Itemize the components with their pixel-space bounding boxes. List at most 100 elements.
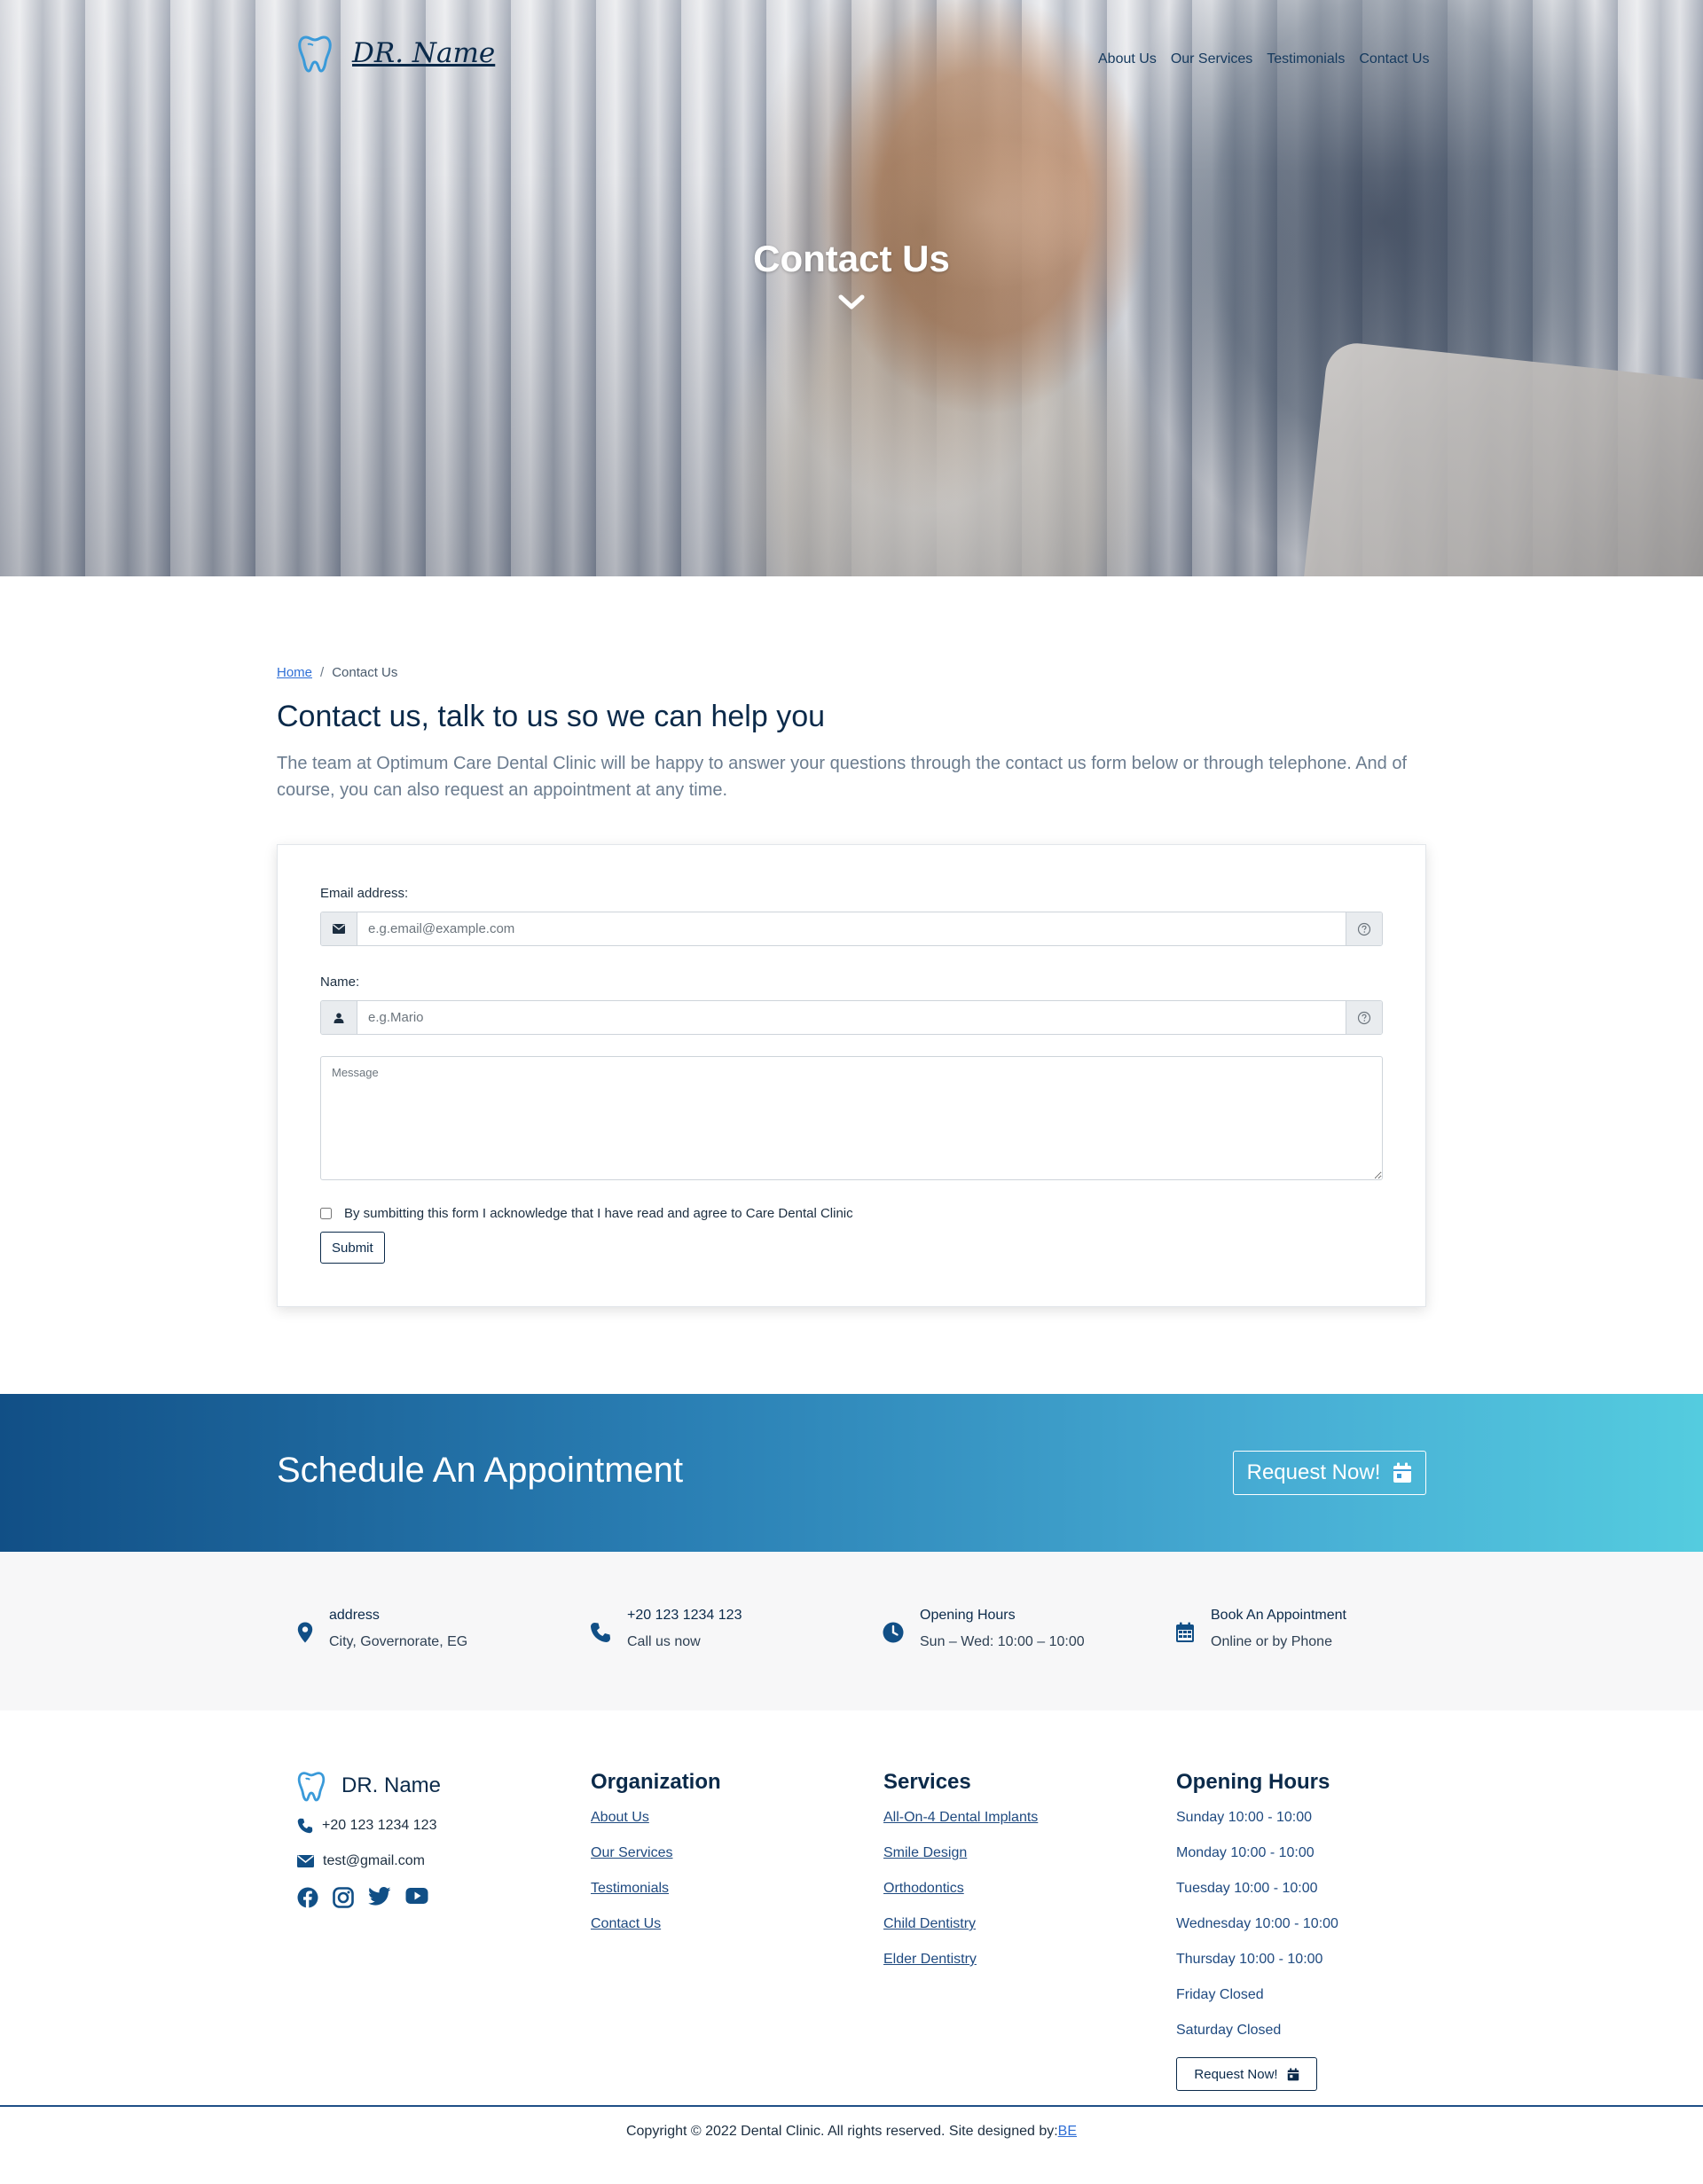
email-input[interactable] [357, 912, 1346, 945]
main-content: Home / Contact Us Contact us, talk to us… [277, 576, 1426, 1307]
facebook-icon[interactable] [297, 1887, 318, 1908]
breadcrumb-current: Contact Us [332, 665, 398, 680]
request-now-button[interactable]: Request Now! [1233, 1451, 1426, 1495]
footer-phone[interactable]: +20 123 1234 123 [297, 1818, 441, 1834]
chevron-down-icon[interactable] [838, 293, 865, 312]
consent-row: By sumbitting this form I acknowledge th… [320, 1206, 1383, 1221]
info-book-title: Book An Appointment [1211, 1608, 1346, 1623]
hero-photo-laptop [1299, 340, 1703, 576]
footer-hours-list: Sunday 10:00 - 10:00 Monday 10:00 - 10:0… [1176, 1809, 1338, 2057]
footer-email[interactable]: test@gmail.com [297, 1853, 441, 1869]
footer-link-smile-design[interactable]: Smile Design [883, 1845, 967, 1860]
twitter-icon[interactable] [368, 1887, 391, 1906]
footer-phone-text: +20 123 1234 123 [322, 1818, 437, 1833]
footer-link-dental-implants[interactable]: All-On-4 Dental Implants [883, 1810, 1038, 1825]
info-strip: address City, Governorate, EG +20 123 12… [0, 1552, 1703, 1710]
copyright: Copyright © 2022 Dental Clinic. All righ… [0, 2124, 1703, 2140]
clock-icon [883, 1622, 904, 1643]
calendar-icon [1287, 2067, 1299, 2080]
name-field-block: Name: [320, 975, 1383, 1035]
info-opening-hours: Opening Hours Sun – Wed: 10:00 – 10:00 [883, 1608, 1085, 1650]
nav-link-about-us[interactable]: About Us [1098, 51, 1157, 67]
site-footer: DR. Name +20 123 1234 123 test@gmail.com [0, 1710, 1703, 2148]
phone-icon [591, 1623, 610, 1642]
footer-link-child-dentistry[interactable]: Child Dentistry [883, 1916, 976, 1931]
footer-organization-links: About Us Our Services Testimonials Conta… [591, 1809, 721, 1951]
hero-title: Contact Us [753, 238, 950, 279]
footer-brand-name: DR. Name [341, 1773, 442, 1797]
instagram-icon[interactable] [333, 1887, 354, 1908]
footer-services-column: Services All-On-4 Dental Implants Smile … [883, 1770, 1038, 1986]
footer-hours-item: Friday Closed [1176, 1987, 1264, 2002]
message-textarea[interactable] [320, 1056, 1383, 1180]
info-hours-subtitle: Sun – Wed: 10:00 – 10:00 [920, 1634, 1085, 1649]
footer-divider [0, 2105, 1703, 2107]
footer-email-text: test@gmail.com [323, 1853, 425, 1868]
breadcrumb-home-link[interactable]: Home [277, 665, 312, 680]
copyright-text: Copyright © 2022 Dental Clinic. All righ… [625, 2124, 1058, 2139]
user-icon [321, 1001, 357, 1034]
request-now-label: Request Now! [1246, 1460, 1381, 1484]
breadcrumb-separator: / [320, 665, 325, 680]
question-circle-icon[interactable] [1346, 1001, 1382, 1034]
footer-hours-column: Opening Hours Sunday 10:00 - 10:00 Monda… [1176, 1770, 1338, 2091]
name-label: Name: [320, 975, 360, 990]
footer-hours-heading: Opening Hours [1176, 1770, 1330, 1794]
info-address-title: address [329, 1608, 380, 1623]
footer-request-now-label: Request Now! [1194, 2066, 1278, 2082]
social-links [297, 1887, 441, 1908]
hero-title-block: Contact Us [0, 238, 1703, 312]
name-input-group [320, 1000, 1383, 1035]
footer-brand[interactable]: DR. Name [297, 1770, 441, 1802]
footer-brand-column: DR. Name +20 123 1234 123 test@gmail.com [297, 1752, 441, 1908]
footer-link-contact-us[interactable]: Contact Us [591, 1916, 661, 1931]
footer-link-our-services[interactable]: Our Services [591, 1845, 672, 1860]
footer-link-elder-dentistry[interactable]: Elder Dentistry [883, 1952, 977, 1967]
footer-link-testimonials[interactable]: Testimonials [591, 1881, 669, 1896]
email-label: Email address: [320, 886, 409, 901]
envelope-icon [297, 1855, 314, 1867]
info-address: address City, Governorate, EG [297, 1608, 467, 1650]
nav-link-testimonials[interactable]: Testimonials [1267, 51, 1345, 67]
nav-link-contact-us[interactable]: Contact Us [1359, 51, 1429, 67]
nav-link-our-services[interactable]: Our Services [1171, 51, 1252, 67]
footer-hours-item: Monday 10:00 - 10:00 [1176, 1845, 1315, 1860]
footer-link-about-us[interactable]: About Us [591, 1810, 649, 1825]
footer-hours-item: Wednesday 10:00 - 10:00 [1176, 1916, 1338, 1931]
footer-hours-item: Saturday Closed [1176, 2023, 1282, 2038]
footer-services-links: All-On-4 Dental Implants Smile Design Or… [883, 1809, 1038, 1986]
footer-organization-heading: Organization [591, 1770, 721, 1794]
cta-title: Schedule An Appointment [277, 1451, 684, 1490]
tooth-icon [298, 35, 332, 73]
info-book-appointment: Book An Appointment Online or by Phone [1175, 1608, 1346, 1650]
hero-banner: DR. Name About Us Our Services Testimoni… [0, 0, 1703, 576]
info-phone: +20 123 1234 123 Call us now [590, 1608, 742, 1650]
info-phone-title: +20 123 1234 123 [627, 1608, 742, 1623]
nav-links: About Us Our Services Testimonials Conta… [1098, 51, 1429, 67]
intro-text: The team at Optimum Care Dental Clinic w… [277, 754, 1408, 800]
footer-request-now-button[interactable]: Request Now! [1176, 2057, 1317, 2091]
email-input-group [320, 912, 1383, 946]
map-marker-icon [297, 1622, 313, 1643]
footer-organization-column: Organization About Us Our Services Testi… [591, 1770, 721, 1951]
email-field-block: Email address: [320, 886, 1383, 946]
info-phone-subtitle: Call us now [627, 1634, 701, 1649]
envelope-icon [321, 912, 357, 945]
info-hours-title: Opening Hours [920, 1608, 1016, 1623]
calendar-icon [1393, 1462, 1412, 1483]
calendar-grid-icon [1176, 1622, 1194, 1642]
phone-icon [297, 1818, 313, 1834]
footer-services-heading: Services [883, 1770, 971, 1794]
question-circle-icon[interactable] [1346, 912, 1382, 945]
info-address-subtitle: City, Governorate, EG [329, 1634, 468, 1649]
consent-checkbox[interactable] [320, 1208, 332, 1219]
submit-button[interactable]: Submit [320, 1232, 385, 1264]
brand-logo-link[interactable]: DR. Name [297, 34, 495, 73]
footer-hours-item: Tuesday 10:00 - 10:00 [1176, 1881, 1318, 1896]
footer-link-orthodontics[interactable]: Orthodontics [883, 1881, 964, 1896]
consent-text: By sumbitting this form I acknowledge th… [344, 1206, 853, 1221]
youtube-icon[interactable] [405, 1887, 428, 1905]
designer-link[interactable]: BE [1058, 2124, 1077, 2139]
top-navigation: DR. Name About Us Our Services Testimoni… [0, 0, 1703, 106]
name-input[interactable] [357, 1001, 1346, 1034]
